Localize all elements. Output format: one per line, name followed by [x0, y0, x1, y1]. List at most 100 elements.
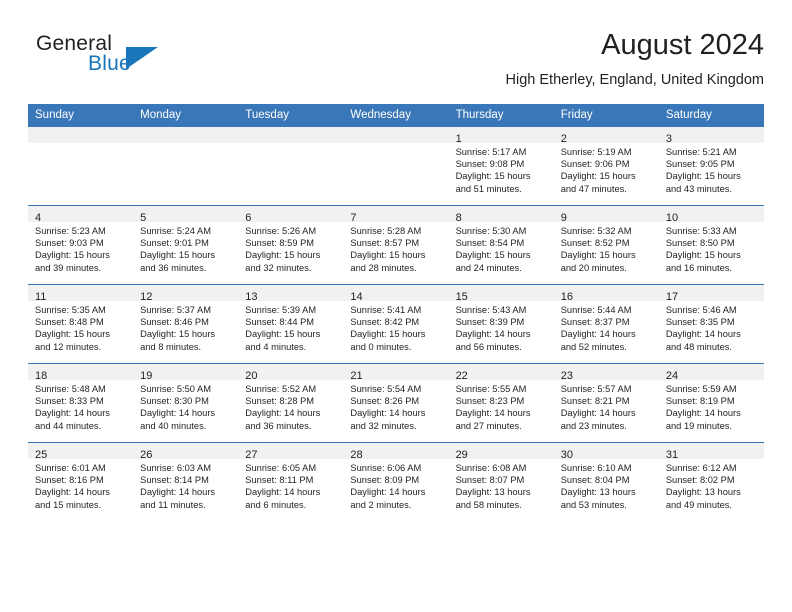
calendar-day-cell[interactable]: 20 Sunrise: 5:52 AM Sunset: 8:28 PM Dayligh…	[238, 363, 344, 443]
sunset-time: Sunset: 8:50 PM	[665, 238, 735, 249]
sunset-time: Sunset: 8:16 PM	[35, 475, 104, 486]
day-cell-inner: 23 Sunrise: 5:57 AM Sunset: 8:21 PM Dayligh…	[553, 364, 659, 442]
calendar-day-cell[interactable]: 1 Sunrise: 5:17 AM Sunset: 9:08 PM Daylight…	[448, 126, 554, 206]
day-cell-inner: 1 Sunrise: 5:17 AM Sunset: 9:08 PM Daylight…	[448, 127, 554, 205]
day-number-band: 1	[448, 127, 554, 145]
day-cell-inner: 6 Sunrise: 5:26 AM Sunset: 8:59 PM Daylight…	[238, 206, 344, 284]
day-cell-inner: 2 Sunrise: 5:19 AM Sunset: 9:06 PM Daylight…	[553, 127, 659, 205]
daylight-duration-line2: and 51 minutes.	[455, 183, 522, 194]
day-number-band: 4	[28, 206, 134, 224]
calendar-day-cell[interactable]: 17 Sunrise: 5:46 AM Sunset: 8:35 PM Dayligh…	[658, 284, 764, 364]
calendar-day-cell[interactable]: 19 Sunrise: 5:50 AM Sunset: 8:30 PM Dayligh…	[133, 363, 239, 443]
calendar-day-cell[interactable]: 7 Sunrise: 5:28 AM Sunset: 8:57 PM Daylight…	[343, 205, 449, 285]
calendar-day-cell[interactable]: 6 Sunrise: 5:26 AM Sunset: 8:59 PM Daylight…	[238, 205, 344, 285]
calendar-day-cell[interactable]: 11 Sunrise: 5:35 AM Sunset: 8:48 PM Dayligh…	[28, 284, 134, 364]
daylight-duration-line1: Daylight: 13 hours	[455, 487, 531, 498]
daylight-duration-line1: Daylight: 15 hours	[455, 171, 531, 182]
sunrise-time: Sunrise: 5:26 AM	[245, 226, 317, 236]
general-blue-logo[interactable]: General Blue	[28, 32, 268, 88]
calendar-day-cell[interactable]: 12 Sunrise: 5:37 AM Sunset: 8:46 PM Dayligh…	[133, 284, 239, 364]
daylight-duration-line1: Daylight: 15 hours	[140, 250, 216, 261]
title-block: August 2024 High Etherley, England, Unit…	[506, 28, 764, 90]
day-cell-details: Sunrise: 6:10 AM Sunset: 8:04 PM Daylight:…	[554, 459, 659, 511]
day-cell-details: Sunrise: 5:46 AM Sunset: 8:35 PM Daylight:…	[659, 301, 764, 353]
calendar-day-cell[interactable]: 10 Sunrise: 5:33 AM Sunset: 8:50 PM Dayligh…	[658, 205, 764, 285]
calendar-day-cell[interactable]: 13 Sunrise: 5:39 AM Sunset: 8:44 PM Dayligh…	[238, 284, 344, 364]
day-number-band: 8	[448, 206, 554, 224]
day-number-band: 21	[343, 364, 449, 382]
day-cell-details: Sunrise: 5:35 AM Sunset: 8:48 PM Daylight:…	[28, 301, 133, 353]
day-cell-details: Sunrise: 6:08 AM Sunset: 8:07 PM Daylight:…	[449, 459, 554, 511]
calendar-header-row: Sunday Monday Tuesday Wednesday Thursday…	[28, 104, 764, 127]
calendar-day-cell[interactable]: 25 Sunrise: 6:01 AM Sunset: 8:16 PM Dayligh…	[28, 442, 134, 521]
day-cell-details: Sunrise: 5:52 AM Sunset: 8:28 PM Daylight:…	[238, 380, 343, 432]
calendar-day-cell[interactable]: 15 Sunrise: 5:43 AM Sunset: 8:39 PM Dayligh…	[448, 284, 554, 364]
day-cell-inner: 4 Sunrise: 5:23 AM Sunset: 9:03 PM Daylight…	[28, 206, 134, 284]
day-number-band: 28	[343, 443, 449, 461]
calendar-day-cell[interactable]: 4 Sunrise: 5:23 AM Sunset: 9:03 PM Daylight…	[28, 205, 134, 285]
calendar-day-cell[interactable]: 3 Sunrise: 5:21 AM Sunset: 9:05 PM Daylight…	[658, 126, 764, 206]
daylight-duration-line1: Daylight: 14 hours	[455, 329, 531, 340]
calendar-day-cell[interactable]: 27 Sunrise: 6:05 AM Sunset: 8:11 PM Dayligh…	[238, 442, 344, 521]
sunset-time: Sunset: 8:39 PM	[455, 317, 525, 328]
day-number: 25	[35, 449, 48, 461]
day-number-band: 25	[28, 443, 134, 461]
calendar-day-cell[interactable]: 28 Sunrise: 6:06 AM Sunset: 8:09 PM Dayligh…	[343, 442, 449, 521]
calendar-day-cell[interactable]: 31 Sunrise: 6:12 AM Sunset: 8:02 PM Dayligh…	[658, 442, 764, 521]
calendar-day-cell[interactable]: 5 Sunrise: 5:24 AM Sunset: 9:01 PM Daylight…	[133, 205, 239, 285]
calendar-day-cell[interactable]: 2 Sunrise: 5:19 AM Sunset: 9:06 PM Daylight…	[553, 126, 659, 206]
calendar-day-cell[interactable]: 26 Sunrise: 6:03 AM Sunset: 8:14 PM Dayligh…	[133, 442, 239, 521]
daylight-duration-line1: Daylight: 14 hours	[350, 487, 426, 498]
daylight-duration-line1: Daylight: 14 hours	[455, 408, 531, 419]
calendar-day-cell[interactable]: 30 Sunrise: 6:10 AM Sunset: 8:04 PM Dayligh…	[553, 442, 659, 521]
calendar-day-cell-empty	[238, 126, 344, 206]
calendar-day-cell[interactable]: 9 Sunrise: 5:32 AM Sunset: 8:52 PM Daylight…	[553, 205, 659, 285]
daylight-duration-line2: and 19 minutes.	[665, 420, 732, 431]
day-number: 6	[245, 212, 252, 224]
daylight-duration-line1: Daylight: 15 hours	[560, 250, 636, 261]
calendar-day-cell[interactable]: 23 Sunrise: 5:57 AM Sunset: 8:21 PM Dayligh…	[553, 363, 659, 443]
sunset-time: Sunset: 9:06 PM	[560, 159, 630, 170]
calendar-day-cell[interactable]: 29 Sunrise: 6:08 AM Sunset: 8:07 PM Dayligh…	[448, 442, 554, 521]
sunrise-time: Sunrise: 5:32 AM	[560, 226, 632, 236]
sunrise-time: Sunrise: 5:19 AM	[560, 147, 632, 157]
sunrise-time: Sunrise: 5:57 AM	[560, 384, 632, 394]
calendar-day-cell[interactable]: 14 Sunrise: 5:41 AM Sunset: 8:42 PM Dayligh…	[343, 284, 449, 364]
day-number: 4	[35, 212, 42, 224]
sunset-time: Sunset: 8:37 PM	[560, 317, 630, 328]
calendar-day-cell[interactable]: 24 Sunrise: 5:59 AM Sunset: 8:19 PM Dayligh…	[658, 363, 764, 443]
day-number-band: 15	[448, 285, 554, 303]
daylight-duration-line2: and 2 minutes.	[350, 499, 412, 510]
calendar-day-cell[interactable]: 22 Sunrise: 5:55 AM Sunset: 8:23 PM Dayligh…	[448, 363, 554, 443]
day-cell-details: Sunrise: 5:24 AM Sunset: 9:01 PM Daylight:…	[133, 222, 238, 274]
daylight-duration-line2: and 11 minutes.	[140, 499, 206, 510]
calendar-day-cell[interactable]: 21 Sunrise: 5:54 AM Sunset: 8:26 PM Dayligh…	[343, 363, 449, 443]
day-cell-details: Sunrise: 6:03 AM Sunset: 8:14 PM Daylight:…	[133, 459, 238, 511]
daylight-duration-line1: Daylight: 15 hours	[665, 171, 741, 182]
day-number: 7	[350, 212, 357, 224]
calendar-week-row: 25 Sunrise: 6:01 AM Sunset: 8:16 PM Dayligh…	[28, 442, 764, 521]
day-number-band: 11	[28, 285, 134, 303]
sunset-time: Sunset: 8:44 PM	[245, 317, 315, 328]
day-number-band: 5	[133, 206, 239, 224]
sunset-time: Sunset: 8:09 PM	[350, 475, 420, 486]
day-number: 8	[455, 212, 462, 224]
daylight-duration-line1: Daylight: 14 hours	[35, 487, 110, 498]
calendar-day-cell[interactable]: 18 Sunrise: 5:48 AM Sunset: 8:33 PM Dayligh…	[28, 363, 134, 443]
day-cell-inner	[343, 127, 449, 205]
day-cell-inner: 15 Sunrise: 5:43 AM Sunset: 8:39 PM Dayligh…	[448, 285, 554, 363]
calendar-day-cell[interactable]: 16 Sunrise: 5:44 AM Sunset: 8:37 PM Dayligh…	[553, 284, 659, 364]
daylight-duration-line2: and 58 minutes.	[455, 499, 522, 510]
calendar-day-cell[interactable]: 8 Sunrise: 5:30 AM Sunset: 8:54 PM Daylight…	[448, 205, 554, 285]
sunrise-time: Sunrise: 6:12 AM	[665, 463, 737, 473]
daylight-duration-line2: and 24 minutes.	[455, 262, 522, 273]
weekday-header-sunday: Sunday	[28, 104, 134, 127]
daylight-duration-line1: Daylight: 14 hours	[560, 329, 636, 340]
daylight-duration-line1: Daylight: 15 hours	[245, 250, 321, 261]
day-cell-inner: 29 Sunrise: 6:08 AM Sunset: 8:07 PM Dayligh…	[448, 443, 554, 521]
sunrise-time: Sunrise: 6:06 AM	[350, 463, 422, 473]
daylight-duration-line2: and 8 minutes.	[140, 341, 202, 352]
calendar-week-row: 11 Sunrise: 5:35 AM Sunset: 8:48 PM Dayligh…	[28, 284, 764, 364]
day-cell-details: Sunrise: 6:12 AM Sunset: 8:02 PM Daylight:…	[659, 459, 764, 511]
day-number-band: 12	[133, 285, 239, 303]
